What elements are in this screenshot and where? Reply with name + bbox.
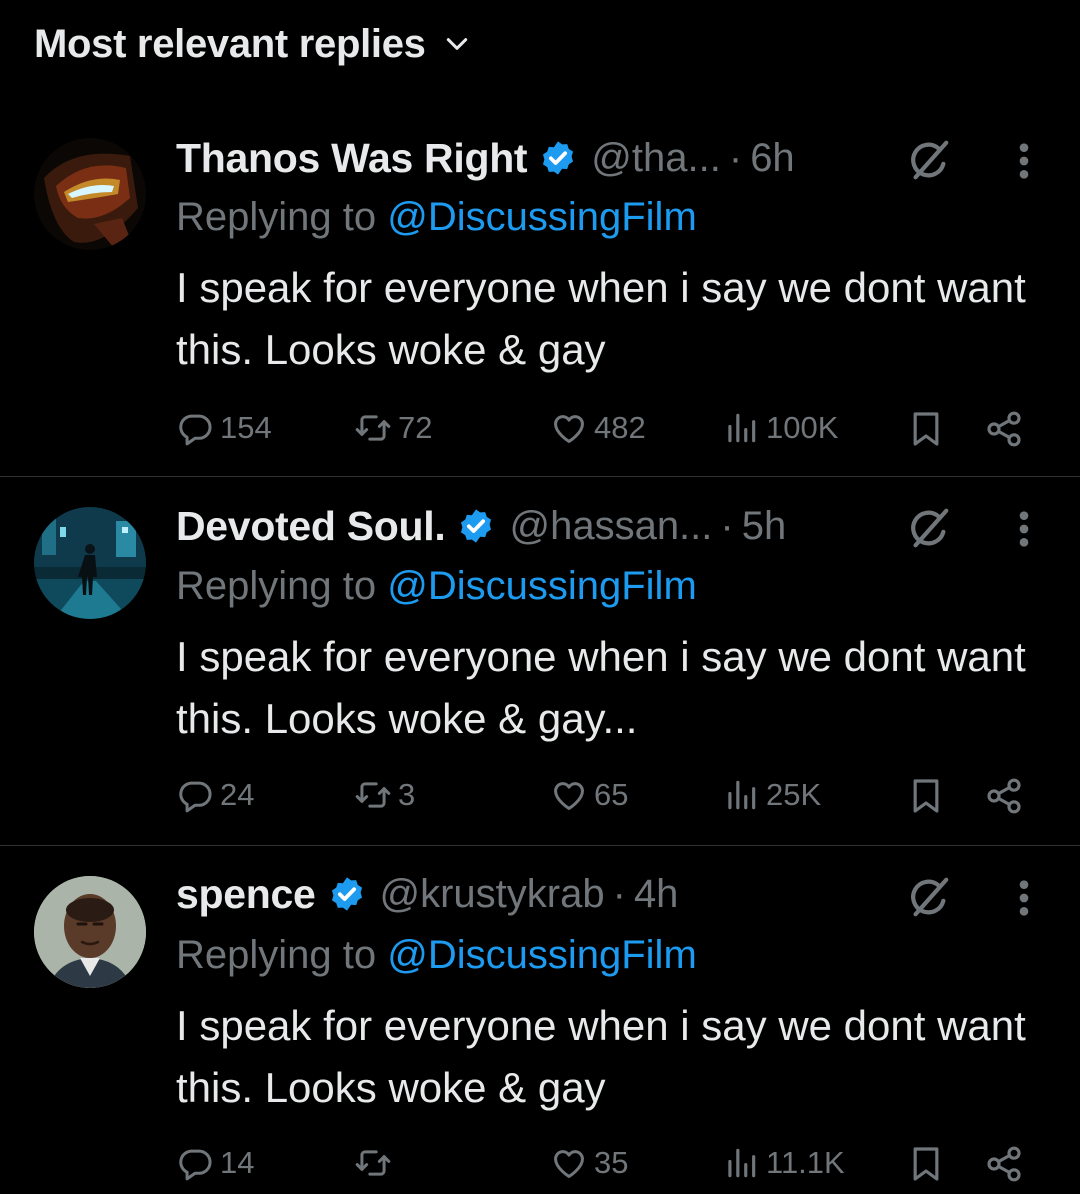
replying-to-line: Replying to @DiscussingFilm <box>176 564 697 609</box>
repost-button[interactable] <box>354 1144 398 1182</box>
more-vertical-icon[interactable] <box>1016 878 1032 918</box>
heart-icon <box>550 409 588 447</box>
views-button[interactable]: 100K <box>722 409 838 447</box>
reply-count: 14 <box>220 1145 255 1180</box>
speech-bubble-icon <box>176 1144 214 1182</box>
separator-dot: · <box>612 871 626 916</box>
heart-icon <box>550 776 588 814</box>
display-name[interactable]: spence <box>176 871 316 918</box>
like-button[interactable]: 35 <box>550 1144 628 1182</box>
reply-header: spence @krustykrab · 4h <box>176 866 678 922</box>
view-count: 11.1K <box>766 1145 845 1180</box>
avatar-image <box>34 507 146 619</box>
reply-text: I speak for everyone when i say we dont … <box>176 1002 1026 1111</box>
reply-text: I speak for everyone when i say we dont … <box>176 264 1026 373</box>
handle[interactable]: @hassan... <box>509 504 712 549</box>
separator-dot: · <box>720 503 734 548</box>
like-count: 65 <box>594 777 629 812</box>
repost-button[interactable]: 72 <box>354 409 432 447</box>
share-icon[interactable] <box>984 1144 1024 1184</box>
handle[interactable]: @tha... <box>591 136 721 181</box>
reply-button[interactable]: 154 <box>176 409 272 447</box>
replying-prefix: Replying to <box>176 564 388 608</box>
more-vertical-icon[interactable] <box>1016 141 1032 181</box>
repost-count: 3 <box>398 777 416 812</box>
view-count: 100K <box>766 410 839 445</box>
timestamp[interactable]: 6h <box>750 136 795 181</box>
display-name[interactable]: Thanos Was Right <box>176 135 528 182</box>
more-vertical-icon[interactable] <box>1016 509 1032 549</box>
verified-badge-icon <box>457 507 495 545</box>
share-icon[interactable] <box>984 776 1024 816</box>
reply-item[interactable]: Devoted Soul. @hassan... · 5h Replying t… <box>0 477 1080 845</box>
speech-bubble-icon <box>176 776 214 814</box>
reply-header: Thanos Was Right @tha... · 6h <box>176 130 795 186</box>
display-name[interactable]: Devoted Soul. <box>176 503 446 550</box>
mention-link[interactable]: @DiscussingFilm <box>387 564 697 608</box>
mention-link[interactable]: @DiscussingFilm <box>387 195 697 239</box>
avatar[interactable] <box>34 876 146 988</box>
speech-bubble-icon <box>176 409 214 447</box>
share-icon[interactable] <box>984 409 1024 449</box>
bookmark-icon[interactable] <box>906 1144 946 1184</box>
replying-to-line: Replying to @DiscussingFilm <box>176 933 697 978</box>
replying-to-line: Replying to @DiscussingFilm <box>176 195 697 240</box>
like-count: 35 <box>594 1145 629 1180</box>
repost-icon <box>354 776 392 814</box>
bar-chart-icon <box>722 1144 760 1182</box>
bar-chart-icon <box>722 776 760 814</box>
repost-count: 72 <box>398 410 433 445</box>
replying-prefix: Replying to <box>176 933 388 977</box>
bookmark-icon[interactable] <box>906 776 946 816</box>
avatar-image <box>34 876 146 988</box>
repost-icon <box>354 409 392 447</box>
reply-button[interactable]: 14 <box>176 1144 254 1182</box>
timestamp[interactable]: 4h <box>634 872 679 917</box>
reply-item[interactable]: Thanos Was Right @tha... · 6h Replying t… <box>0 0 1080 476</box>
verified-badge-icon <box>539 139 577 177</box>
verified-badge-icon <box>328 875 366 913</box>
views-button[interactable]: 25K <box>722 776 821 814</box>
reply-count: 24 <box>220 777 255 812</box>
reply-item[interactable]: spence @krustykrab · 4h Replying to @Dis… <box>0 846 1080 1194</box>
reply-header: Devoted Soul. @hassan... · 5h <box>176 498 786 554</box>
avatar[interactable] <box>34 507 146 619</box>
like-button[interactable]: 482 <box>550 409 646 447</box>
repost-icon <box>354 1144 392 1182</box>
timestamp[interactable]: 5h <box>742 504 787 549</box>
avatar-image <box>34 138 146 250</box>
like-count: 482 <box>594 410 646 445</box>
reply-text: I speak for everyone when i say we dont … <box>176 633 1026 742</box>
avatar[interactable] <box>34 138 146 250</box>
grok-icon[interactable] <box>906 505 952 551</box>
reply-button[interactable]: 24 <box>176 776 254 814</box>
repost-button[interactable]: 3 <box>354 776 415 814</box>
view-count: 25K <box>766 777 822 812</box>
bar-chart-icon <box>722 409 760 447</box>
replying-prefix: Replying to <box>176 195 388 239</box>
separator-dot: · <box>728 135 743 180</box>
grok-icon[interactable] <box>906 137 952 183</box>
like-button[interactable]: 65 <box>550 776 628 814</box>
mention-link[interactable]: @DiscussingFilm <box>387 933 697 977</box>
views-button[interactable]: 11.1K <box>722 1144 845 1182</box>
handle[interactable]: @krustykrab <box>380 872 605 917</box>
reply-count: 154 <box>220 410 272 445</box>
bookmark-icon[interactable] <box>906 409 946 449</box>
grok-icon[interactable] <box>906 874 952 920</box>
heart-icon <box>550 1144 588 1182</box>
